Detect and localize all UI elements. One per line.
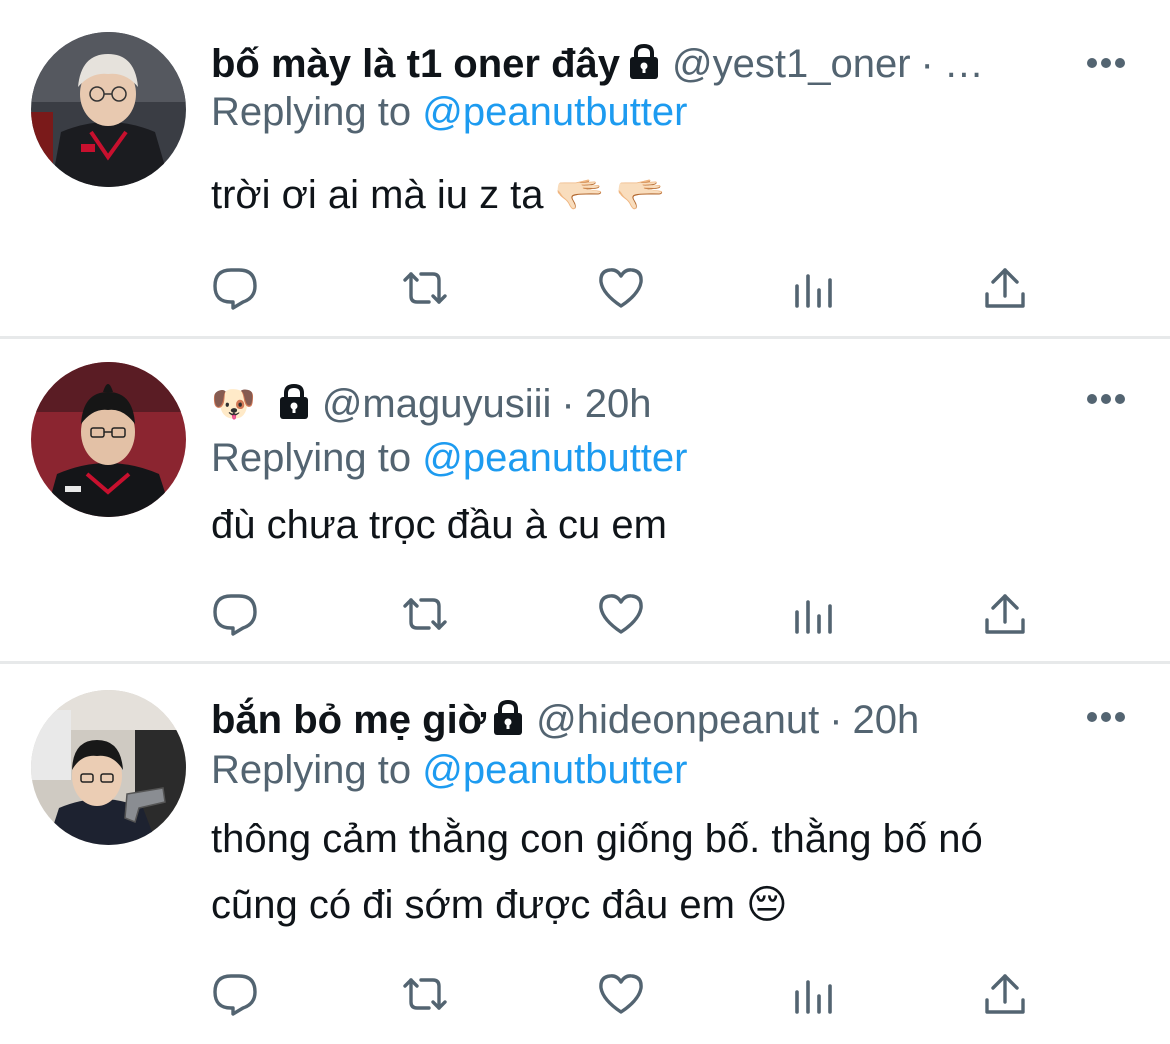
views-icon[interactable]: [789, 590, 837, 638]
like-icon[interactable]: [597, 590, 645, 638]
avatar[interactable]: [31, 690, 186, 845]
reply-icon[interactable]: [211, 590, 259, 638]
timestamp[interactable]: …: [944, 36, 984, 92]
reply-icon[interactable]: [211, 970, 259, 1018]
replying-to-handle[interactable]: @peanutbutter: [422, 90, 687, 134]
separator-dot: ·: [829, 698, 843, 742]
action-bar: [211, 970, 1031, 1018]
share-icon[interactable]: [981, 970, 1029, 1018]
action-bar: [211, 264, 1031, 312]
views-icon[interactable]: [789, 970, 837, 1018]
timestamp[interactable]: 20h: [585, 376, 652, 432]
tweet-text-line: cũng có đi sớm được đâu em 😔: [211, 883, 788, 927]
tweet[interactable]: bố mày là t1 oner đây @yest1_oner · … Re…: [0, 0, 1170, 338]
replying-to-handle[interactable]: @peanutbutter: [422, 436, 687, 480]
display-name[interactable]: bố mày là t1 oner đây: [211, 36, 620, 92]
retweet-icon[interactable]: [401, 590, 449, 638]
tweet-header: 🐶 @maguyusiii · 20h: [211, 376, 1060, 432]
like-icon[interactable]: [597, 970, 645, 1018]
lock-icon: [490, 699, 526, 737]
more-icon[interactable]: [1086, 56, 1126, 70]
avatar[interactable]: [31, 362, 186, 517]
replying-to: Replying to @peanutbutter: [211, 744, 687, 796]
action-bar: [211, 590, 1031, 638]
user-handle[interactable]: @yest1_oner: [672, 36, 911, 92]
retweet-icon[interactable]: [401, 264, 449, 312]
user-handle[interactable]: @maguyusiii: [322, 376, 552, 432]
replying-to-handle[interactable]: @peanutbutter: [422, 748, 687, 792]
more-icon[interactable]: [1086, 710, 1126, 724]
share-icon[interactable]: [981, 590, 1029, 638]
tweet-text: đù chưa trọc đầu à cu em: [211, 503, 667, 547]
more-icon[interactable]: [1086, 392, 1126, 406]
separator-dot: ·: [561, 382, 575, 426]
display-name[interactable]: 🐶: [211, 376, 256, 432]
like-icon[interactable]: [597, 264, 645, 312]
reply-icon[interactable]: [211, 264, 259, 312]
replying-to-label: Replying to: [211, 748, 412, 792]
tweet[interactable]: bắn bỏ mẹ giờ @hideonpeanut · 20h Replyi…: [0, 664, 1170, 1044]
tweet-text-line: thông cảm thằng con giống bố. thằng bố n…: [211, 817, 983, 861]
replying-to: Replying to @peanutbutter: [211, 432, 687, 484]
user-handle[interactable]: @hideonpeanut: [536, 692, 819, 748]
lock-icon: [626, 43, 662, 81]
tweet-text: thông cảm thằng con giống bố. thằng bố n…: [211, 806, 1111, 938]
avatar[interactable]: [31, 32, 186, 187]
share-icon[interactable]: [981, 264, 1029, 312]
timestamp[interactable]: 20h: [853, 692, 920, 748]
retweet-icon[interactable]: [401, 970, 449, 1018]
replying-to-label: Replying to: [211, 436, 412, 480]
tweet-text: trời ơi ai mà iu z ta 🫳🏻 🫳🏻: [211, 173, 666, 217]
tweet-header: bắn bỏ mẹ giờ @hideonpeanut · 20h: [211, 692, 1060, 748]
separator-dot: ·: [920, 42, 934, 86]
lock-icon: [276, 383, 312, 421]
replying-to-label: Replying to: [211, 90, 412, 134]
views-icon[interactable]: [789, 264, 837, 312]
display-name[interactable]: bắn bỏ mẹ giờ: [211, 692, 486, 748]
tweet[interactable]: 🐶 @maguyusiii · 20h Replying to @peanutb…: [0, 338, 1170, 664]
replying-to: Replying to @peanutbutter: [211, 86, 687, 138]
tweet-header: bố mày là t1 oner đây @yest1_oner · …: [211, 36, 1060, 92]
